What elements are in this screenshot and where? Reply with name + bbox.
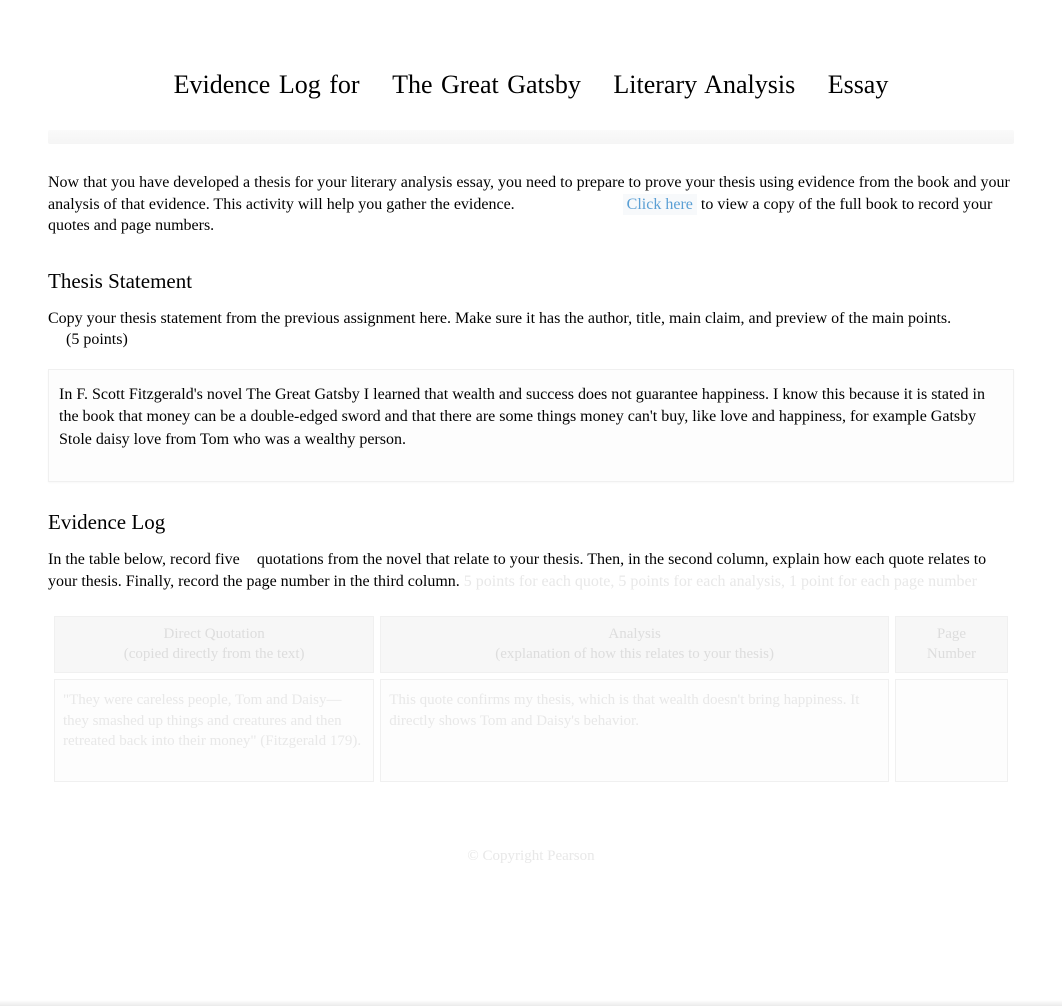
full-book-link[interactable]: Click here bbox=[623, 194, 697, 215]
title-part-3: Literary Analysis bbox=[613, 70, 795, 100]
table-header-row: Direct Quotation (copied directly from t… bbox=[54, 616, 1008, 673]
header-analysis-line2: (explanation of how this relates to your… bbox=[387, 645, 882, 665]
header-page-line2: Number bbox=[902, 645, 1001, 665]
title-part-4: Essay bbox=[828, 70, 889, 100]
intro-paragraph: Now that you have developed a thesis for… bbox=[48, 172, 1014, 237]
thesis-heading: Thesis Statement bbox=[48, 269, 1014, 294]
table-row: "They were careless people, Tom and Dais… bbox=[54, 679, 1008, 782]
cell-quote[interactable]: "They were careless people, Tom and Dais… bbox=[54, 679, 374, 782]
header-page-line1: Page bbox=[902, 625, 1001, 645]
header-page: Page Number bbox=[895, 616, 1008, 673]
divider-bar bbox=[48, 130, 1014, 144]
evidence-instruction: In the table below, record five quotatio… bbox=[48, 549, 1014, 592]
cell-page[interactable] bbox=[895, 679, 1008, 782]
quote-text: "They were careless people, Tom and Dais… bbox=[63, 692, 361, 749]
thesis-points: (5 points) bbox=[66, 329, 128, 351]
evidence-ghost-trail: 5 points for each quote, 5 points for ea… bbox=[464, 573, 977, 590]
header-analysis: Analysis (explanation of how this relate… bbox=[380, 616, 889, 673]
title-part-1: Evidence Log for bbox=[174, 70, 360, 100]
bottom-shadow bbox=[0, 1000, 1062, 1006]
evidence-instruction-before: In the table below, record bbox=[48, 551, 215, 568]
header-quote-line2: (copied directly from the text) bbox=[61, 645, 367, 665]
thesis-instruction: Copy your thesis statement from the prev… bbox=[48, 308, 1014, 351]
footer-copyright: © Copyright Pearson bbox=[48, 848, 1014, 865]
analysis-text: This quote confirms my thesis, which is … bbox=[389, 692, 859, 728]
thesis-instruction-text: Copy your thesis statement from the prev… bbox=[48, 310, 951, 327]
page-title: Evidence Log for The Great Gatsby Litera… bbox=[48, 70, 1014, 100]
thesis-input[interactable]: In F. Scott Fitzgerald's novel The Great… bbox=[48, 369, 1014, 482]
header-analysis-line1: Analysis bbox=[387, 625, 882, 645]
cell-analysis[interactable]: This quote confirms my thesis, which is … bbox=[380, 679, 889, 782]
evidence-table: Direct Quotation (copied directly from t… bbox=[48, 610, 1014, 788]
header-quote: Direct Quotation (copied directly from t… bbox=[54, 616, 374, 673]
thesis-content: In F. Scott Fitzgerald's novel The Great… bbox=[59, 386, 985, 448]
evidence-count: five bbox=[215, 549, 253, 571]
header-quote-line1: Direct Quotation bbox=[61, 625, 367, 645]
evidence-heading: Evidence Log bbox=[48, 510, 1014, 535]
title-part-2: The Great Gatsby bbox=[392, 70, 581, 100]
